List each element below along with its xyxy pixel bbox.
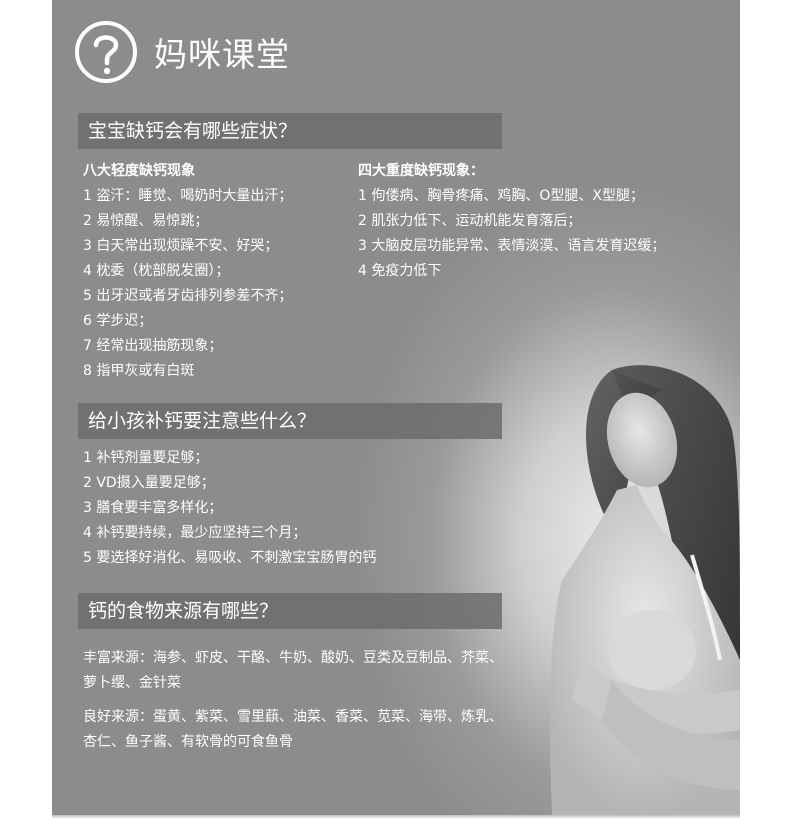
list-item: 4 枕委（枕部脱发圈）； [83, 263, 230, 279]
panel-shadow [52, 815, 740, 819]
severe-symptoms-list: 四大重度缺钙现象： 1 佝偻病、胸骨疼痛、鸡胸、O型腿、X型腿； 2 肌张力低下… [358, 160, 665, 284]
list-item: 1 补钙剂量要足够； [83, 450, 209, 466]
list-item: 2 肌张力低下、运动机能发育落后； [358, 213, 582, 229]
mild-symptoms-list: 八大轻度缺钙现象 1 盗汗：睡觉、喝奶时大量出汗； 2 易惊醒、易惊跳； 3 白… [83, 160, 292, 384]
good-sources-text: 良好来源：蛋黄、紫菜、雪里蕻、油菜、香菜、苋菜、海带、炼乳、杏仁、鱼子酱、有软骨… [83, 709, 503, 750]
supplement-notes-list: 1 补钙剂量要足够； 2 VD摄入量要足够； 3 膳食要丰富多样化； 4 补钙要… [83, 446, 376, 571]
list-item: 8 指甲灰或有白斑 [83, 363, 195, 379]
rich-sources-text: 丰富来源：海参、虾皮、干酪、牛奶、酸奶、豆类及豆制品、芥菜、萝卜缨、金针菜 [83, 650, 503, 691]
list-item: 1 佝偻病、胸骨疼痛、鸡胸、O型腿、X型腿； [358, 188, 644, 204]
mother-baby-image [550, 365, 740, 815]
severe-symptoms-title: 四大重度缺钙现象： [358, 163, 484, 179]
list-item: 6 学步迟； [83, 313, 153, 329]
question-circle-icon [75, 21, 137, 83]
section-heading-notes: 给小孩补钙要注意些什么？ [78, 403, 502, 439]
section-heading-food-sources: 钙的食物来源有哪些？ [78, 593, 502, 629]
section-heading-symptoms: 宝宝缺钙会有哪些症状？ [78, 113, 502, 149]
list-item: 2 易惊醒、易惊跳； [83, 213, 209, 229]
list-item: 5 出牙迟或者牙齿排列参差不齐； [83, 288, 293, 304]
list-item: 5 要选择好消化、易吸收、不刺激宝宝肠胃的钙 [83, 550, 377, 566]
list-item: 2 VD摄入量要足够； [83, 475, 215, 491]
list-item: 4 补钙要持续，最少应坚持三个月； [83, 525, 307, 541]
list-item: 3 大脑皮层功能异常、表情淡漠、语言发育迟缓； [358, 238, 666, 254]
list-item: 7 经常出现抽筋现象； [83, 338, 223, 354]
header: 妈咪课堂 [74, 20, 290, 84]
mild-symptoms-title: 八大轻度缺钙现象 [83, 163, 195, 179]
list-item: 4 免疫力低下 [358, 263, 442, 279]
content-panel: 妈咪课堂 宝宝缺钙会有哪些症状？ 八大轻度缺钙现象 1 盗汗：睡觉、喝奶时大量出… [52, 0, 740, 815]
list-item: 3 白天常出现烦躁不安、好哭； [83, 238, 279, 254]
list-item: 1 盗汗：睡觉、喝奶时大量出汗； [83, 188, 293, 204]
list-item: 3 膳食要丰富多样化； [83, 500, 223, 516]
page-title: 妈咪课堂 [154, 35, 290, 74]
